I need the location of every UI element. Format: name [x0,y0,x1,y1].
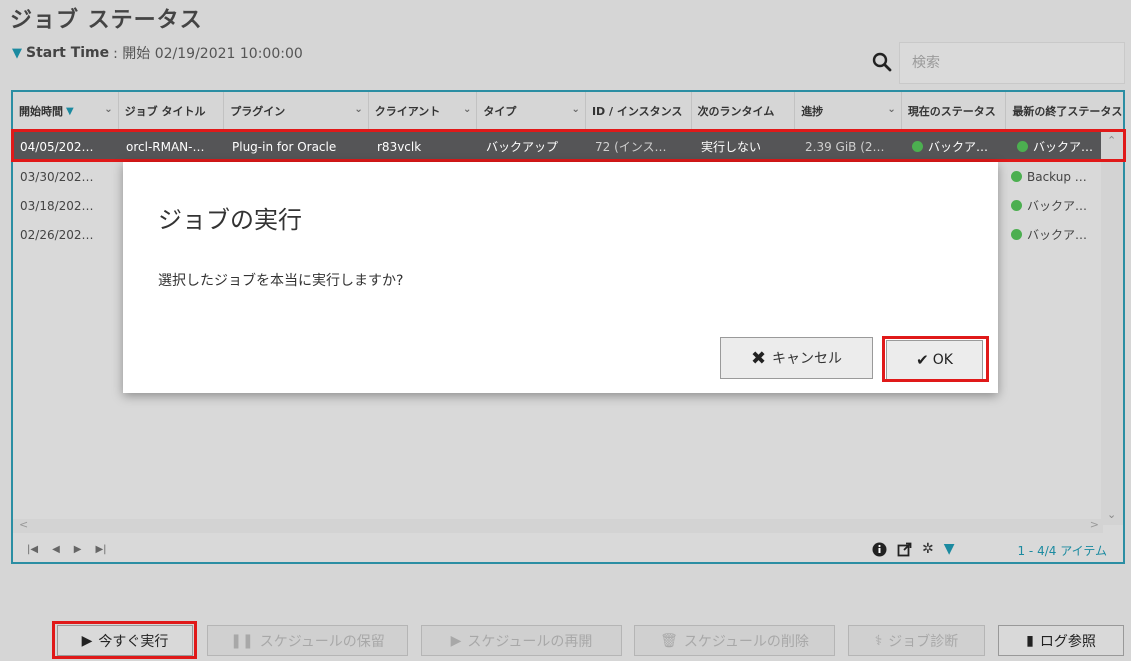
status-ok-icon [1011,229,1022,240]
column-header-start-time[interactable]: 開始時間 ▼ ⌄ [13,92,119,130]
next-page-icon[interactable]: ▶ [74,544,82,555]
vertical-scrollbar[interactable]: ⌃ ⌄ [1101,130,1123,525]
search-icon[interactable] [872,52,892,72]
dialog-message: 選択したジョブを本当に実行しますか? [158,273,404,289]
cell-id-instance: 72 (インス… [595,140,667,154]
trash-icon: 🗑 [660,632,678,649]
prev-page-icon[interactable]: ◀ [52,544,60,555]
column-header-client[interactable]: クライアント ⌄ [369,92,478,130]
cell-client: r83vclk [377,139,422,154]
ok-button[interactable]: ✔ OK [886,340,983,380]
close-icon: ✖ [750,347,767,369]
filter-value: : 開始 02/19/2021 10:00:00 [113,46,303,62]
column-header-last-status[interactable]: 最新の終了ステータス [1006,92,1123,130]
pager: |◀ ◀ ▶ ▶| [27,544,107,555]
cell-plugin: Plug-in for Oracle [232,139,337,154]
column-header-progress[interactable]: 進捗 ⌄ [795,92,902,130]
column-header-next-runtime[interactable]: 次のランタイム [692,92,796,130]
cell-current-status: バックア… [905,132,1010,161]
info-icon[interactable] [872,542,887,557]
column-header-current-status[interactable]: 現在のステータス [902,92,1007,130]
scroll-right-icon[interactable]: > [1090,518,1099,531]
scroll-left-icon[interactable]: < [19,518,28,531]
first-page-icon[interactable]: |◀ [27,544,38,555]
play-icon: ▶ [450,632,462,649]
cancel-button[interactable]: ✖ キャンセル [720,337,873,379]
run-job-dialog: ジョブの実行 選択したジョブを本当に実行しますか? ✖ キャンセル ✔ OK [123,162,998,393]
grid-footer: |◀ ◀ ▶ ▶| ✲ ▼ 1 - 4/4 アイテム [13,535,1123,563]
chevron-down-icon[interactable]: ⌄ [572,104,580,115]
grid-header: 開始時間 ▼ ⌄ ジョブ タイトル プラグイン ⌄ クライアント ⌄ タイプ ⌄… [13,92,1123,130]
chevron-down-icon[interactable]: ⌄ [354,104,362,115]
cell-last-status: バックア… [1010,132,1103,161]
item-count: 1 - 4/4 アイテム [1017,544,1107,558]
check-icon: ✔ [916,351,929,369]
cell-type: バックアップ [486,140,559,154]
status-ok-icon [1011,171,1022,182]
scroll-up-icon[interactable]: ⌃ [1107,134,1116,147]
cell-start-time: 03/18/202… [20,198,94,213]
filter-icon[interactable]: ▼ [944,541,955,557]
cell-last-status: バックア… [1004,191,1103,220]
column-header-type[interactable]: タイプ ⌄ [477,92,586,130]
status-ok-icon [1017,141,1028,152]
table-row-selected[interactable]: 04/05/202… orcl-RMAN-… Plug-in for Oracl… [13,132,1103,161]
delete-schedule-button[interactable]: 🗑 スケジュールの削除 [634,625,835,656]
hold-schedule-button[interactable]: ❚❚ スケジュールの保留 [207,625,408,656]
column-settings-icon[interactable]: ✲ [922,541,934,557]
resume-schedule-button[interactable]: ▶ スケジュールの再開 [421,625,622,656]
cell-next-runtime: 実行しない [701,140,762,154]
sort-desc-icon: ▼ [66,105,74,117]
chevron-down-icon[interactable]: ⌄ [104,104,112,115]
log-icon: ▮ [1026,632,1034,649]
filter-summary[interactable]: ▼ Start Time : 開始 02/19/2021 10:00:00 [12,43,303,63]
cell-last-status: Backup … [1004,162,1103,191]
column-header-job-title[interactable]: ジョブ タイトル [119,92,225,130]
filter-icon: ▼ [12,45,22,61]
chevron-down-icon[interactable]: ⌄ [887,104,895,115]
external-link-icon[interactable] [897,542,912,557]
column-header-id-instance[interactable]: ID / インスタンス [586,92,692,130]
filter-label: Start Time [26,45,110,61]
play-icon: ▶ [81,632,93,649]
stethoscope-icon: ⚕ [874,632,883,649]
run-now-button[interactable]: ▶ 今すぐ実行 [57,625,193,656]
cell-job-title: orcl-RMAN-… [126,139,205,154]
cell-start-time: 02/26/202… [20,227,94,242]
cell-start-time: 04/05/202… [20,139,94,154]
status-ok-icon [1011,200,1022,211]
search-input[interactable] [899,42,1125,84]
dialog-title: ジョブの実行 [158,206,302,234]
horizontal-scrollbar[interactable]: < > [13,518,1103,533]
job-diagnose-button[interactable]: ⚕ ジョブ診断 [848,625,985,656]
column-header-plugin[interactable]: プラグイン ⌄ [224,92,369,130]
cell-last-status: バックア… [1004,220,1103,249]
page-title: ジョブ ステータス [10,8,203,33]
pause-icon: ❚❚ [230,632,254,649]
footer-icons: ✲ ▼ [872,541,955,557]
cell-progress: 2.39 GiB (2… [805,139,885,154]
chevron-down-icon[interactable]: ⌄ [463,104,471,115]
status-ok-icon [912,141,923,152]
last-page-icon[interactable]: ▶| [95,544,106,555]
view-log-button[interactable]: ▮ ログ参照 [998,625,1124,656]
scroll-down-icon[interactable]: ⌄ [1107,508,1116,521]
cell-start-time: 03/30/202… [20,169,94,184]
